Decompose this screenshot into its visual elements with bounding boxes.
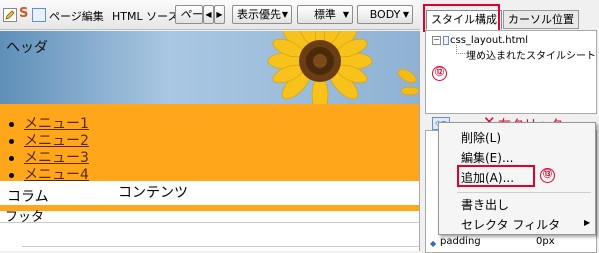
menu-item: メニュー3: [9, 150, 89, 167]
tab-preview[interactable]: ペー: [175, 5, 203, 24]
property-icon: ◆: [430, 239, 437, 248]
content-area[interactable]: [0, 181, 419, 205]
annotation-number: ⑬: [540, 168, 555, 183]
property-name[interactable]: padding: [440, 236, 481, 247]
menu-item: メニュー2: [9, 133, 89, 150]
tab-page-edit[interactable]: ページ編集: [49, 8, 104, 24]
menu-item-export[interactable]: 書き出し: [461, 196, 509, 213]
footer-divider: [0, 222, 419, 223]
column-label: コラム: [7, 189, 49, 205]
document-icon[interactable]: [32, 8, 46, 22]
display-priority-select[interactable]: 表示優先 ▼: [232, 5, 292, 24]
tree-connector: [456, 45, 465, 54]
property-value[interactable]: 0px: [536, 236, 555, 247]
menu-separator: [457, 192, 591, 193]
chevron-down-icon: ▼: [342, 10, 349, 19]
tree-node-embedded-stylesheet[interactable]: 埋め込まれたスタイルシート: [466, 47, 596, 62]
menu-item: メニュー1: [9, 116, 89, 133]
menu-link-3[interactable]: メニュー3: [24, 150, 89, 166]
header-area[interactable]: ヘッダ: [0, 31, 419, 104]
menu-link-2[interactable]: メニュー2: [24, 133, 89, 149]
standard-select[interactable]: 標準 ▼: [297, 5, 353, 24]
menu-item-delete[interactable]: 削除(L): [461, 129, 501, 146]
collapse-icon[interactable]: −: [432, 36, 441, 45]
header-label: ヘッダ: [6, 40, 48, 56]
annotation-number: ⑫: [432, 66, 447, 81]
context-menu: 削除(L) 編集(E)... 追加(A)... ⑬ 書き出し セレクタ フィルタ…: [438, 122, 596, 235]
menu-item-edit[interactable]: 編集(E)...: [461, 149, 513, 166]
display-priority-label: 表示優先: [237, 8, 281, 21]
content-label: コンテンツ: [118, 185, 188, 201]
standard-label: 標準: [314, 8, 336, 21]
tab-cursor-position[interactable]: カーソル位置: [503, 10, 579, 29]
page-preview[interactable]: ヘッダ メニュー1 メニュー2 メニュー3 メニュー4 コンテンツ コラム フッ…: [0, 31, 420, 251]
highlight-box: [423, 4, 500, 32]
menu-list: メニュー1 メニュー2 メニュー3 メニュー4: [9, 116, 89, 184]
scroll-right-icon[interactable]: ▶: [214, 5, 225, 24]
style-tree[interactable]: − css_layout.html 埋め込まれたスタイルシート ⑫: [425, 30, 597, 114]
menu-link-1[interactable]: メニュー1: [24, 116, 89, 132]
chevron-down-icon: ▼: [402, 10, 409, 19]
footer-divider: [0, 205, 419, 206]
editor-toolbar: S ページ編集 HTML ソース ペー ◀ ▶ 表示優先 ▼ 標準 ▼ BODY…: [0, 0, 420, 30]
menu-item-selector-filter[interactable]: セレクタ フィルタ: [461, 216, 560, 233]
tab-html-source[interactable]: HTML ソース: [112, 8, 179, 24]
pencil-icon[interactable]: [3, 8, 17, 22]
highlight-box: [457, 165, 535, 187]
horizontal-scrollbar[interactable]: [22, 246, 419, 251]
file-icon: [443, 36, 449, 45]
body-select[interactable]: BODY ▼: [357, 5, 413, 24]
sunflower-image: [0, 31, 419, 104]
scroll-left-icon[interactable]: ◀: [203, 5, 214, 24]
submenu-arrow-icon: ▶: [584, 218, 591, 227]
s-icon[interactable]: S: [19, 6, 28, 21]
body-label: BODY: [369, 8, 401, 21]
chevron-down-icon: ▼: [281, 10, 288, 19]
